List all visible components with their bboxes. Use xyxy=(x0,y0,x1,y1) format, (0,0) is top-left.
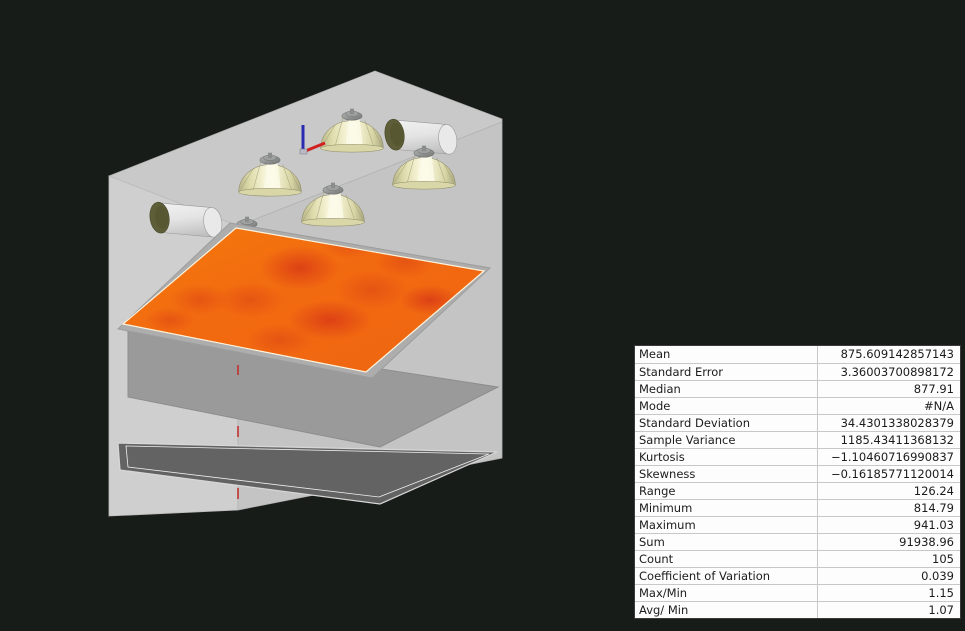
stat-value: 91938.96 xyxy=(817,533,960,551)
stat-label: Standard Deviation xyxy=(635,414,818,432)
table-row[interactable]: Kurtosis −1.10460716990837 xyxy=(635,448,960,466)
stat-label: Maximum xyxy=(635,516,818,534)
stat-label: Coefficient of Variation xyxy=(635,567,818,585)
table-row[interactable]: Count 105 xyxy=(635,550,960,568)
table-row[interactable]: Sum 91938.96 xyxy=(635,533,960,551)
table-row[interactable]: Standard Deviation 34.4301338028379 xyxy=(635,414,960,432)
stat-value: 877.91 xyxy=(817,380,960,398)
stat-label: Minimum xyxy=(635,499,818,517)
stat-value: −1.10460716990837 xyxy=(817,448,960,466)
stat-value: 875.609142857143 xyxy=(817,346,960,364)
stat-value: #N/A xyxy=(817,397,960,415)
table-row[interactable]: Sample Variance 1185.43411368132 xyxy=(635,431,960,449)
stat-value: 1185.43411368132 xyxy=(817,431,960,449)
stat-value: 126.24 xyxy=(817,482,960,500)
table-row[interactable]: Avg/ Min 1.07 xyxy=(635,601,960,618)
stat-value: 941.03 xyxy=(817,516,960,534)
stat-label: Median xyxy=(635,380,818,398)
table-row[interactable]: Range 126.24 xyxy=(635,482,960,500)
stat-value: 814.79 xyxy=(817,499,960,517)
stat-value: 1.07 xyxy=(817,601,960,618)
stat-value: −0.16185771120014 xyxy=(817,465,960,483)
stat-label: Standard Error xyxy=(635,363,818,381)
stat-value: 105 xyxy=(817,550,960,568)
table-row[interactable]: Mode #N/A xyxy=(635,397,960,415)
table-row[interactable]: Mean 875.609142857143 xyxy=(635,346,960,364)
table-row[interactable]: Skewness −0.16185771120014 xyxy=(635,465,960,483)
table-row[interactable]: Max/Min 1.15 xyxy=(635,584,960,602)
axis-origin-marker xyxy=(299,148,308,155)
stat-label: Mean xyxy=(635,346,818,364)
stat-label: Sum xyxy=(635,533,818,551)
table-row[interactable]: Maximum 941.03 xyxy=(635,516,960,534)
stat-value: 34.4301338028379 xyxy=(817,414,960,432)
table-row[interactable]: Standard Error 3.36003700898172 xyxy=(635,363,960,381)
scene-render-canvas[interactable] xyxy=(0,0,560,631)
statistics-table-panel[interactable]: Mean 875.609142857143 Standard Error 3.3600… xyxy=(634,345,961,619)
stat-value: 3.36003700898172 xyxy=(817,363,960,381)
stat-label: Sample Variance xyxy=(635,431,818,449)
stat-value: 0.039 xyxy=(817,567,960,585)
stat-label: Count xyxy=(635,550,818,568)
statistics-table[interactable]: Mean 875.609142857143 Standard Error 3.3600… xyxy=(635,346,960,618)
table-row[interactable]: Median 877.91 xyxy=(635,380,960,398)
stat-label: Max/Min xyxy=(635,584,818,602)
stat-label: Avg/ Min xyxy=(635,601,818,618)
scene-viewport[interactable] xyxy=(0,0,560,631)
stat-label: Kurtosis xyxy=(635,448,818,466)
stat-label: Mode xyxy=(635,397,818,415)
stat-value: 1.15 xyxy=(817,584,960,602)
table-row[interactable]: Coefficient of Variation 0.039 xyxy=(635,567,960,585)
stat-label: Range xyxy=(635,482,818,500)
table-row[interactable]: Minimum 814.79 xyxy=(635,499,960,517)
stat-label: Skewness xyxy=(635,465,818,483)
